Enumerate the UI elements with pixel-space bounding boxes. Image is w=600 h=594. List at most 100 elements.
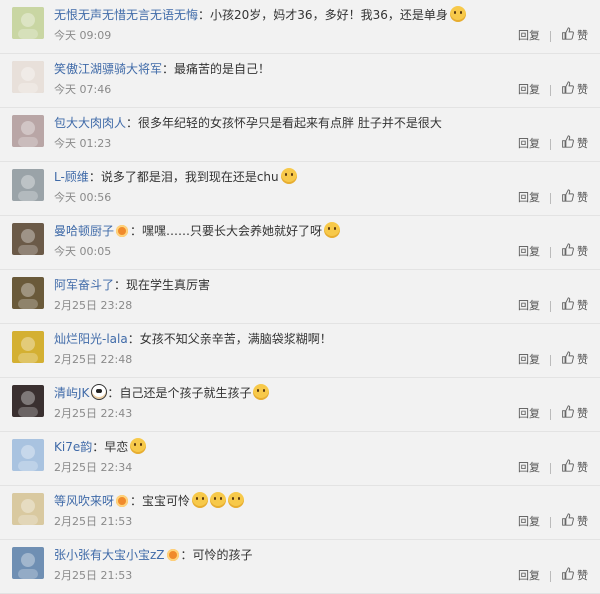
thumbs-up-icon <box>561 134 577 154</box>
comment-row: 无恨无声无惜无言无语无悔：小孩20岁，妈才36，多好！我36，还是单身 今天 09… <box>0 0 600 54</box>
colon-separator: ： <box>88 170 101 184</box>
reply-button[interactable]: 回复 <box>518 513 540 531</box>
user-name[interactable]: 张小张有大宝小宝zZ <box>54 548 165 562</box>
member-badge-icon <box>116 225 129 237</box>
thumbs-up-icon <box>561 350 577 370</box>
colon-separator: ： <box>180 548 193 562</box>
reply-button[interactable]: 回复 <box>518 297 540 315</box>
comment-line: 灿烂阳光-lala：女孩不知父亲辛苦，满脑袋浆糊啊！ <box>54 329 584 349</box>
divider <box>550 354 551 366</box>
colon-separator: ： <box>107 386 120 400</box>
avatar[interactable] <box>12 439 44 471</box>
comment-actions: 回复 赞 <box>518 350 588 370</box>
user-name[interactable]: 包大大肉肉人 <box>54 116 126 130</box>
timestamp: 今天 00:56 <box>54 191 112 204</box>
reply-button[interactable]: 回复 <box>518 189 540 207</box>
user-name[interactable]: 等风吹来呀 <box>54 494 114 508</box>
comment-line: L-顾维：说多了都是泪，我到现在还是chu <box>54 167 584 187</box>
avatar[interactable] <box>12 547 44 579</box>
like-label: 赞 <box>577 299 588 312</box>
like-button[interactable]: 赞 <box>561 188 588 208</box>
like-button[interactable]: 赞 <box>561 512 588 532</box>
avatar[interactable] <box>12 385 44 417</box>
emoji-icon <box>449 6 466 22</box>
avatar[interactable] <box>12 331 44 363</box>
timestamp: 今天 00:05 <box>54 245 112 258</box>
avatar[interactable] <box>12 7 44 39</box>
like-button[interactable]: 赞 <box>561 404 588 424</box>
avatar[interactable] <box>12 61 44 93</box>
comment-row: 笑傲江湖骠骑大将军：最痛苦的是自己！ 今天 07:46 回复 赞 <box>0 54 600 108</box>
comment-line: 无恨无声无惜无言无语无悔：小孩20岁，妈才36，多好！我36，还是单身 <box>54 5 584 25</box>
like-button[interactable]: 赞 <box>561 296 588 316</box>
divider <box>550 84 551 96</box>
avatar[interactable] <box>12 115 44 147</box>
like-button[interactable]: 赞 <box>561 242 588 262</box>
like-label: 赞 <box>577 137 588 150</box>
user-name[interactable]: 灿烂阳光-lala <box>54 332 128 346</box>
like-label: 赞 <box>577 191 588 204</box>
thumbs-up-icon <box>561 458 577 478</box>
comment-actions: 回复 赞 <box>518 566 588 586</box>
comment-text: 宝宝可怜 <box>142 494 191 508</box>
reply-button[interactable]: 回复 <box>518 459 540 477</box>
reply-button[interactable]: 回复 <box>518 81 540 99</box>
timestamp: 2月25日 21:53 <box>54 569 133 582</box>
user-name[interactable]: 阿军奋斗了 <box>54 278 114 292</box>
divider <box>550 246 551 258</box>
reply-button[interactable]: 回复 <box>518 27 540 45</box>
avatar[interactable] <box>12 223 44 255</box>
comment-row: 阿军奋斗了：现在学生真厉害 2月25日 23:28 回复 赞 <box>0 270 600 324</box>
like-label: 赞 <box>577 515 588 528</box>
comment-row: 等风吹来呀 ：宝宝可怜 2月25日 21:53 回复 赞 <box>0 486 600 540</box>
comment-row: 灿烂阳光-lala：女孩不知父亲辛苦，满脑袋浆糊啊！ 2月25日 22:48 回复 赞 <box>0 324 600 378</box>
like-label: 赞 <box>577 353 588 366</box>
user-name[interactable]: 无恨无声无惜无言无语无悔 <box>54 8 198 22</box>
comment-line: 包大大肉肉人：很多年纪轻的女孩怀孕只是看起来有点胖 肚子并不是很大 <box>54 113 584 133</box>
colon-separator: ： <box>114 278 127 292</box>
divider <box>550 462 551 474</box>
reply-button[interactable]: 回复 <box>518 567 540 585</box>
user-name[interactable]: 笑傲江湖骠骑大将军 <box>54 62 162 76</box>
comment-list: 无恨无声无惜无言无语无悔：小孩20岁，妈才36，多好！我36，还是单身 今天 09… <box>0 0 600 594</box>
comment-line: 清屿JK ：自己还是个孩子就生孩子 <box>54 383 584 403</box>
timestamp: 2月25日 23:28 <box>54 299 133 312</box>
like-button[interactable]: 赞 <box>561 458 588 478</box>
like-button[interactable]: 赞 <box>561 134 588 154</box>
timestamp: 今天 07:46 <box>54 83 112 96</box>
comment-actions: 回复 赞 <box>518 26 588 46</box>
reply-button[interactable]: 回复 <box>518 351 540 369</box>
emoji-icon <box>130 438 147 454</box>
colon-separator: ： <box>126 116 139 130</box>
comment-row: 曼哈顿厨子 ：嘿嘿……只要长大会养她就好了呀 今天 00:05 回复 赞 <box>0 216 600 270</box>
like-button[interactable]: 赞 <box>561 26 588 46</box>
comment-actions: 回复 赞 <box>518 404 588 424</box>
user-name[interactable]: L-顾维 <box>54 170 89 184</box>
emoji-icon <box>280 168 297 184</box>
comment-line: 曼哈顿厨子 ：嘿嘿……只要长大会养她就好了呀 <box>54 221 584 241</box>
user-name[interactable]: 清屿JK <box>54 386 89 400</box>
user-name[interactable]: 曼哈顿厨子 <box>54 224 114 238</box>
comment-text: 现在学生真厉害 <box>126 278 211 292</box>
comment-text: 早恋 <box>104 440 129 454</box>
colon-separator: ： <box>127 332 140 346</box>
panda-emoji-icon <box>91 384 108 400</box>
reply-button[interactable]: 回复 <box>518 405 540 423</box>
comment-actions: 回复 赞 <box>518 242 588 262</box>
like-button[interactable]: 赞 <box>561 350 588 370</box>
like-button[interactable]: 赞 <box>561 566 588 586</box>
reply-button[interactable]: 回复 <box>518 243 540 261</box>
timestamp: 2月25日 22:48 <box>54 353 133 366</box>
avatar[interactable] <box>12 169 44 201</box>
user-name[interactable]: Ki7e韵 <box>54 440 92 454</box>
avatar[interactable] <box>12 493 44 525</box>
divider <box>550 516 551 528</box>
comment-row: Ki7e韵：早恋 2月25日 22:34 回复 赞 <box>0 432 600 486</box>
like-button[interactable]: 赞 <box>561 80 588 100</box>
emoji-icon <box>192 492 209 508</box>
colon-separator: ： <box>130 224 143 238</box>
comment-actions: 回复 赞 <box>518 80 588 100</box>
comment-actions: 回复 赞 <box>518 512 588 532</box>
reply-button[interactable]: 回复 <box>518 135 540 153</box>
avatar[interactable] <box>12 277 44 309</box>
